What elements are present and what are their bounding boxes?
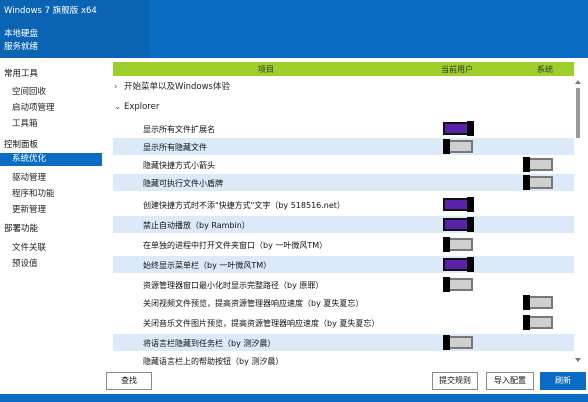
toggle-switch[interactable] [523, 315, 553, 330]
toggle-switch[interactable] [523, 295, 553, 310]
search-button[interactable]: 查找 [106, 372, 152, 390]
table-row: 创建快捷方式时不添"快捷方式"文字（by 518516.net） [113, 196, 578, 213]
sidebar: 常用工具 空间回收 启动项管理 工具箱 控制面板 系统优化 驱动管理 程序和功能… [0, 58, 103, 394]
sidebar-item-startup[interactable]: 启动项管理 [12, 101, 55, 113]
toggle-switch[interactable] [443, 139, 473, 154]
toggle-switch[interactable] [523, 175, 553, 190]
toggle-switch[interactable] [443, 277, 473, 292]
column-header-current-user: 当前用户 [441, 65, 473, 74]
table-row: 禁止自动播放（by Rambin） [113, 216, 578, 233]
sidebar-item-programs[interactable]: 程序和功能 [12, 187, 55, 199]
chevron-right-icon: › [114, 82, 118, 92]
toggle-switch[interactable] [443, 197, 474, 212]
chevron-down-icon: ⌄ [114, 102, 122, 112]
row-label: 关闭音乐文件图片预览，提高资源管理器响应速度（by 夏失夏忘） [143, 319, 380, 328]
sidebar-item-system-optimize[interactable]: 系统优化 [0, 153, 102, 166]
group-start-menu[interactable]: › 开始菜单以及Windows体验 [114, 80, 230, 92]
row-label: 在单独的进程中打开文件夹窗口（by 一叶微风TM） [143, 241, 328, 250]
table-row: 始终显示菜单栏（by 一叶微风TM） [113, 256, 578, 273]
scroll-thumb[interactable] [576, 88, 580, 138]
row-label: 隐藏语言栏上的帮助按钮（by 测汐晨） [143, 357, 284, 366]
scroll-up-icon[interactable] [575, 80, 581, 84]
table-row: 关闭视频文件预览，提高资源管理器响应速度（by 夏失夏忘） [113, 294, 578, 311]
group-label: Explorer [124, 102, 160, 112]
sidebar-category-tools: 常用工具 [4, 69, 39, 79]
sidebar-item-drivers[interactable]: 驱动管理 [12, 171, 46, 183]
table-row: 在单独的进程中打开文件夹窗口（by 一叶微风TM） [113, 236, 578, 253]
toggle-switch[interactable] [443, 121, 474, 136]
toggle-switch[interactable] [443, 237, 473, 252]
row-label: 隐藏快捷方式小箭头 [143, 161, 215, 170]
sidebar-item-toolbox[interactable]: 工具箱 [12, 117, 38, 129]
toggle-switch[interactable] [523, 157, 553, 172]
table-row: 显示所有隐藏文件 [113, 138, 578, 155]
scroll-down-icon[interactable] [575, 358, 581, 362]
sidebar-item-space-reclaim[interactable]: 空间回收 [12, 85, 46, 97]
row-label: 显示所有隐藏文件 [143, 143, 207, 152]
title-header: Windows 7 旗舰版 x64 本地硬盘 服务就绪 [0, 0, 588, 58]
toggle-switch[interactable] [443, 335, 473, 350]
submit-rule-button[interactable]: 提交规则 [432, 372, 478, 390]
row-label: 显示所有文件扩展名 [143, 125, 215, 134]
main-panel: 常用工具 空间回收 启动项管理 工具箱 控制面板 系统优化 驱动管理 程序和功能… [0, 58, 588, 394]
status-line-2: 服务就绪 [4, 42, 39, 52]
import-config-button[interactable]: 导入配置 [486, 372, 534, 390]
refresh-button[interactable]: 刷新 [540, 372, 586, 390]
group-label: 开始菜单以及Windows体验 [124, 82, 230, 92]
column-header-item: 项目 [258, 65, 274, 74]
row-label: 始终显示菜单栏（by 一叶微风TM） [143, 261, 272, 270]
row-label: 创建快捷方式时不添"快捷方式"文字（by 518516.net） [143, 201, 345, 210]
table-row: 隐藏快捷方式小箭头 [113, 156, 578, 173]
toggle-switch[interactable] [443, 257, 474, 272]
table-row: 将语言栏隐藏到任务栏（by 测汐晨） [113, 334, 578, 351]
sidebar-item-file-assoc[interactable]: 文件关联 [12, 241, 46, 253]
table-row: 资源管理器窗口最小化时显示完整路径（by 原罪） [113, 276, 578, 293]
row-label: 关闭视频文件预览，提高资源管理器响应速度（by 夏失夏忘） [143, 299, 364, 308]
content-area: 项目 当前用户 系统 › 开始菜单以及Windows体验 ⌄ Explorer 显示… [106, 58, 582, 394]
sidebar-item-presets[interactable]: 预设值 [12, 257, 38, 269]
sidebar-item-updates[interactable]: 更新管理 [12, 203, 46, 215]
column-header-system: 系统 [537, 65, 553, 74]
table-row: 显示所有文件扩展名 [113, 120, 578, 137]
toggle-switch[interactable] [443, 217, 474, 232]
row-label: 将语言栏隐藏到任务栏（by 测汐晨） [143, 339, 276, 348]
status-line-1: 本地硬盘 [4, 29, 39, 39]
row-label: 禁止自动播放（by Rambin） [143, 221, 250, 230]
table-row: 隐藏语言栏上的帮助按钮（by 测汐晨） [113, 352, 578, 369]
vertical-scrollbar[interactable] [574, 58, 582, 368]
row-label: 资源管理器窗口最小化时显示完整路径（by 原罪） [143, 281, 324, 290]
sidebar-category-control-panel: 控制面板 [4, 140, 39, 150]
table-row: 隐藏可执行文件小盾牌 [113, 174, 578, 191]
table-header: 项目 当前用户 系统 [113, 62, 578, 76]
group-explorer[interactable]: ⌄ Explorer [114, 102, 159, 112]
row-label: 隐藏可执行文件小盾牌 [143, 179, 223, 188]
os-title: Windows 7 旗舰版 x64 [4, 6, 97, 16]
sidebar-category-deploy: 部署功能 [4, 224, 39, 234]
table-row: 关闭音乐文件图片预览，提高资源管理器响应速度（by 夏失夏忘） [113, 314, 578, 331]
bottom-status-bar [0, 394, 588, 402]
